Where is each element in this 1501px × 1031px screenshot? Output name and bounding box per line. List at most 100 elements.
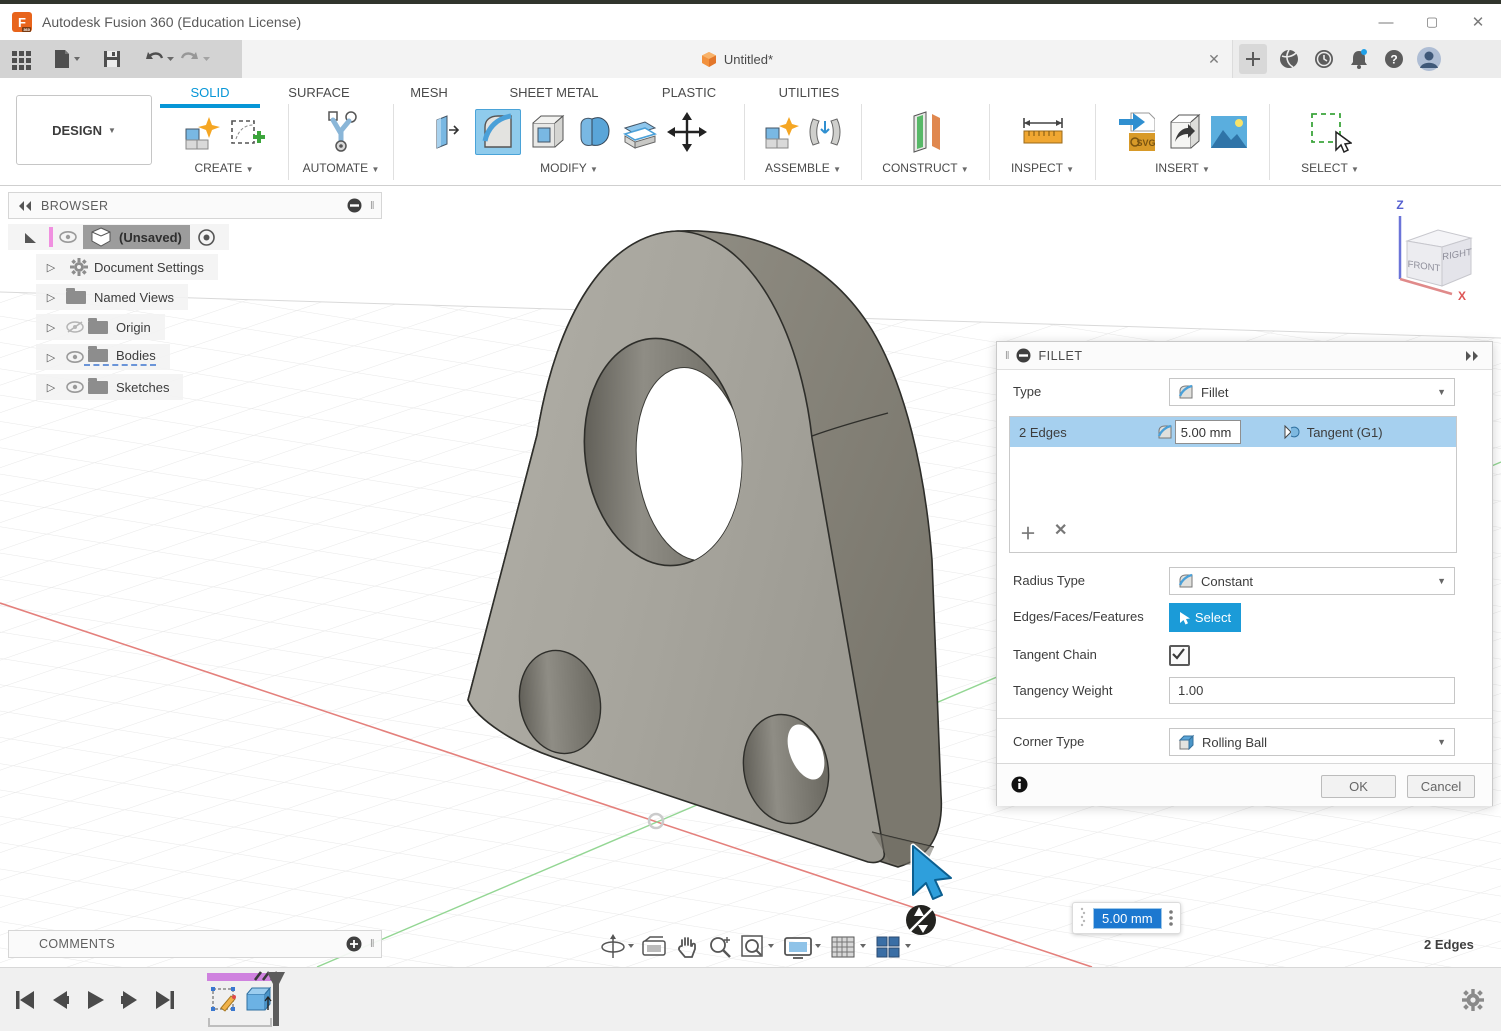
collapse-panel-icon[interactable] [17,200,33,212]
group-modify-label[interactable]: MODIFY ▼ [394,161,744,175]
tab-plastic[interactable]: PLASTIC [628,82,750,106]
orbit-icon[interactable] [600,934,634,960]
workspace-selector[interactable]: DESIGN▼ [16,95,152,165]
browser-item-origin[interactable]: ▷ Origin [36,314,165,340]
timeline-go-to-start-icon[interactable] [14,989,36,1011]
fillet-edge-row-selected[interactable]: 2 Edges 5.00 mm Tangent (G1) [1010,417,1456,447]
timeline-step-back-icon[interactable] [49,989,71,1011]
timeline-go-to-end-icon[interactable] [154,989,176,1011]
group-inspect-label[interactable]: INSPECT ▼ [990,161,1095,175]
remove-selection-icon[interactable]: ✕ [1054,520,1067,544]
panel-display-icon[interactable] [347,198,362,213]
tab-sheet-metal[interactable]: SHEET METAL [480,82,628,106]
job-status-icon[interactable] [1311,46,1337,72]
radius-type-dropdown[interactable]: Constant▼ [1169,567,1455,595]
derive-icon[interactable] [1163,112,1201,152]
select-button[interactable]: Select [1169,603,1241,632]
canvas-image-icon[interactable] [1209,114,1249,150]
insert-svg-icon[interactable]: SVG [1117,111,1155,153]
info-icon[interactable] [1011,776,1028,793]
visibility-eye-icon[interactable] [66,381,84,393]
group-create-label[interactable]: CREATE ▼ [160,161,288,175]
look-at-icon[interactable] [641,935,667,959]
fillet-tool-active[interactable] [475,109,521,155]
floating-radius-toolbar[interactable]: 5.00 mm [1072,902,1181,934]
edge-radius-input[interactable]: 5.00 mm [1175,420,1241,444]
timeline-settings-gear-icon[interactable] [1461,988,1485,1012]
timeline-step-forward-icon[interactable] [119,989,141,1011]
active-component-marker[interactable] [24,231,37,244]
dialog-display-icon[interactable] [1016,348,1031,363]
save-icon[interactable] [102,49,122,69]
new-tab-button[interactable] [1239,44,1267,74]
browser-panel-header[interactable]: BROWSER ‖ [8,192,382,219]
tab-solid[interactable]: SOLID [160,82,260,106]
move-icon[interactable] [667,112,707,152]
tangency-weight-input[interactable]: 1.00 [1169,677,1455,704]
browser-item-document-settings[interactable]: ▷ Document Settings [36,254,218,280]
group-insert-label[interactable]: INSERT ▼ [1096,161,1269,175]
maximize-button[interactable]: ▢ [1409,7,1455,37]
browser-item-bodies[interactable]: ▷ Bodies [36,344,170,370]
file-menu-icon[interactable] [52,48,80,70]
expand-dialog-icon[interactable] [1464,350,1482,362]
viewcube[interactable]: FRONT RIGHT Z X [1380,195,1500,307]
visibility-eye-icon[interactable] [66,351,84,363]
redo-icon[interactable] [180,49,210,69]
press-pull-icon[interactable] [431,112,467,152]
grid-display-icon[interactable] [830,934,868,960]
tab-surface[interactable]: SURFACE [260,82,378,106]
browser-item-named-views[interactable]: ▷ Named Views [36,284,188,310]
group-select-label[interactable]: SELECT ▼ [1270,161,1390,175]
tab-mesh[interactable]: MESH [378,82,480,106]
edge-continuity-label[interactable]: Tangent (G1) [1307,425,1383,440]
new-component-icon[interactable] [763,113,799,151]
timeline-play-icon[interactable] [84,989,106,1011]
pan-icon[interactable] [674,934,700,960]
visibility-eye-icon[interactable] [59,231,77,243]
fillet-dialog-header[interactable]: ‖ FILLET [997,342,1492,370]
joint-icon[interactable] [807,113,843,151]
root-component-label[interactable]: (Unsaved) [119,230,182,245]
browser-root-row[interactable]: (Unsaved) [8,224,229,250]
select-icon[interactable] [1308,110,1352,154]
tab-utilities[interactable]: UTILITIES [750,82,868,106]
visibility-off-eye-icon[interactable] [66,320,84,334]
ok-button[interactable]: OK [1321,775,1396,798]
tangent-chain-checkbox[interactable] [1169,645,1190,666]
document-tab[interactable]: Untitled* ✕ [242,40,1233,78]
activate-radio-icon[interactable] [198,229,215,246]
create-sketch-icon[interactable] [228,113,266,151]
group-construct-label[interactable]: CONSTRUCT ▼ [862,161,989,175]
measure-icon[interactable] [1020,115,1066,149]
floating-radius-input[interactable]: 5.00 mm [1093,908,1162,929]
panel-grip[interactable]: ‖ [370,200,375,212]
add-comment-icon[interactable] [346,936,362,952]
timeline-sketch-feature[interactable] [209,984,241,1020]
cancel-button[interactable]: Cancel [1407,775,1475,798]
type-dropdown[interactable]: Fillet▼ [1169,378,1455,406]
dialog-grip[interactable]: ‖ [1005,350,1010,362]
combine-icon[interactable] [575,113,613,151]
panel-grip[interactable]: ‖ [370,938,375,950]
fit-icon[interactable] [740,934,776,960]
corner-type-dropdown[interactable]: Rolling Ball▼ [1169,728,1455,756]
shell-icon[interactable] [529,113,567,151]
help-icon[interactable]: ? [1381,46,1407,72]
close-button[interactable]: ✕ [1455,7,1501,37]
notifications-bell-icon[interactable] [1346,46,1372,72]
undo-icon[interactable] [144,49,174,69]
construction-plane-icon[interactable] [906,110,946,154]
kebab-menu-icon[interactable] [1168,909,1174,927]
user-avatar[interactable] [1416,46,1442,72]
viewports-icon[interactable] [875,934,913,960]
group-assemble-label[interactable]: ASSEMBLE ▼ [745,161,861,175]
app-grid-icon[interactable] [10,48,32,70]
offset-face-icon[interactable] [621,114,659,150]
group-automate-label[interactable]: AUTOMATE ▼ [289,161,393,175]
automate-icon[interactable] [321,110,361,154]
extensions-icon[interactable] [1276,46,1302,72]
minimize-button[interactable]: — [1363,7,1409,37]
display-settings-icon[interactable] [783,934,823,960]
zoom-icon[interactable] [707,934,733,960]
